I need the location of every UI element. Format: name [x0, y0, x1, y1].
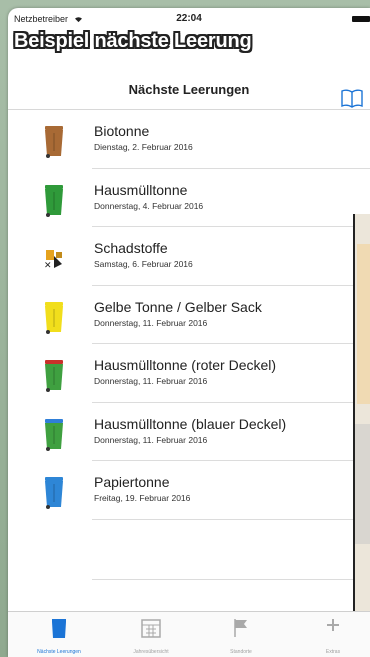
bin-icon: [34, 472, 74, 512]
item-name: Hausmülltonne (roter Deckel): [94, 357, 277, 373]
item-date: Donnerstag, 4. Februar 2016: [94, 200, 204, 211]
clock: 22:04: [176, 13, 202, 24]
tab-label: Extras: [325, 649, 341, 655]
bin-icon: [34, 355, 74, 395]
tab-label: Standorte: [230, 649, 252, 655]
item-date: Samstag, 6. Februar 2016: [94, 259, 193, 269]
empty-row: [8, 520, 370, 580]
tab-plus[interactable]: Extras: [288, 612, 370, 657]
svg-text:✕: ✕: [44, 261, 52, 271]
tab-flag[interactable]: Standorte: [196, 612, 286, 657]
plus-icon: [326, 618, 340, 637]
list-item[interactable]: Hausmülltonne (blauer Deckel) Donnerstag,…: [8, 403, 370, 462]
list-item[interactable]: Hausmülltonne Donnerstag, 4. Februar 2016: [8, 169, 370, 228]
map-preview: [353, 214, 370, 649]
item-name: Biotonne: [94, 123, 150, 139]
list-item[interactable]: Biotonne Dienstag, 2. Februar 2016: [8, 110, 370, 169]
pickup-list: Biotonne Dienstag, 2. Februar 2016 Hausmü…: [8, 110, 370, 580]
item-name: Hausmülltonne (blauer Deckel): [94, 415, 287, 432]
item-date: Donnerstag, 11. Februar 2016: [94, 376, 208, 386]
item-name: Hausmülltonne: [94, 181, 188, 198]
flag-icon: [232, 618, 250, 643]
item-date: Dienstag, 2. Februar 2016: [94, 142, 193, 152]
battery-icon: [352, 16, 370, 22]
list-item[interactable]: Papiertonne Freitag, 19. Februar 2016: [8, 461, 370, 520]
tab-calendar[interactable]: Jahresübersicht: [106, 612, 196, 657]
item-name: Papiertonne: [94, 474, 170, 490]
bin-icon: [34, 297, 74, 337]
list-item[interactable]: Gelbe Tonne / Gelber Sack Donnerstag, 11.…: [8, 286, 370, 345]
item-name: Schadstoffe: [94, 240, 168, 256]
phone-screen: Netzbetreiber 22:04 Nächste Leerungen Bi…: [8, 8, 370, 657]
bin-icon: [34, 414, 74, 454]
item-date: Donnerstag, 11. Februar 2016: [94, 434, 208, 445]
tab-label: Jahresübersicht: [133, 649, 169, 655]
tab-bin[interactable]: Nächste Leerungen: [14, 612, 104, 657]
status-bar: Netzbetreiber 22:04: [8, 8, 370, 30]
bin-icon: [51, 618, 67, 645]
bin-icon: [34, 121, 74, 161]
item-date: Donnerstag, 11. Februar 2016: [94, 317, 208, 328]
calendar-icon: [141, 618, 161, 643]
book-icon[interactable]: [340, 86, 364, 110]
bin-icon: [34, 180, 74, 220]
hazard-icon: ✕: [34, 238, 74, 278]
list-item[interactable]: Hausmülltonne (roter Deckel) Donnerstag, …: [8, 344, 370, 403]
list-item[interactable]: ✕ SchadstoffeSamstag, 6. Februar 2016›: [8, 227, 370, 286]
item-date: Freitag, 19. Februar 2016: [94, 493, 191, 503]
item-name: Gelbe Tonne / Gelber Sack: [94, 298, 262, 315]
banner-title: Beispiel nächste Leerung: [14, 30, 252, 52]
tab-label: Nächste Leerungen: [37, 649, 81, 655]
tab-bar: Nächste Leerungen Jahresübersicht Standort…: [8, 611, 370, 657]
page-title: Nächste Leerungen: [128, 82, 250, 97]
